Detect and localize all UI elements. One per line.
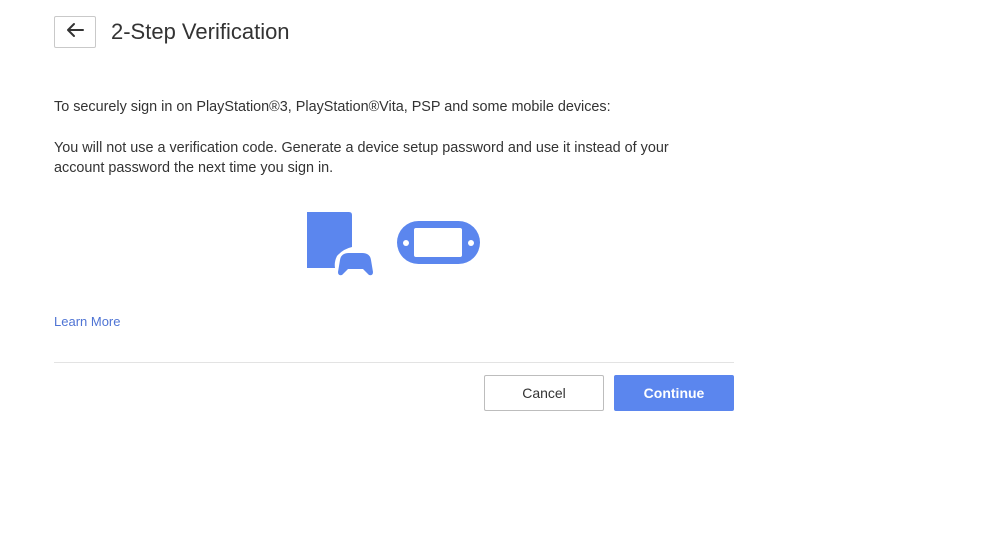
- arrow-left-icon: [65, 22, 85, 43]
- back-button[interactable]: [54, 16, 96, 48]
- continue-button[interactable]: Continue: [614, 375, 734, 411]
- ps-vita-icon: [397, 221, 480, 264]
- footer-divider: [54, 362, 734, 363]
- intro-text: To securely sign in on PlayStation®3, Pl…: [54, 99, 611, 115]
- description-text: You will not use a verification code. Ge…: [54, 140, 669, 176]
- ps3-console-icon: [307, 212, 373, 276]
- learn-more-link[interactable]: Learn More: [54, 314, 120, 329]
- device-illustration: [307, 212, 482, 282]
- cancel-button[interactable]: Cancel: [484, 375, 604, 411]
- page-title: 2-Step Verification: [111, 19, 290, 44]
